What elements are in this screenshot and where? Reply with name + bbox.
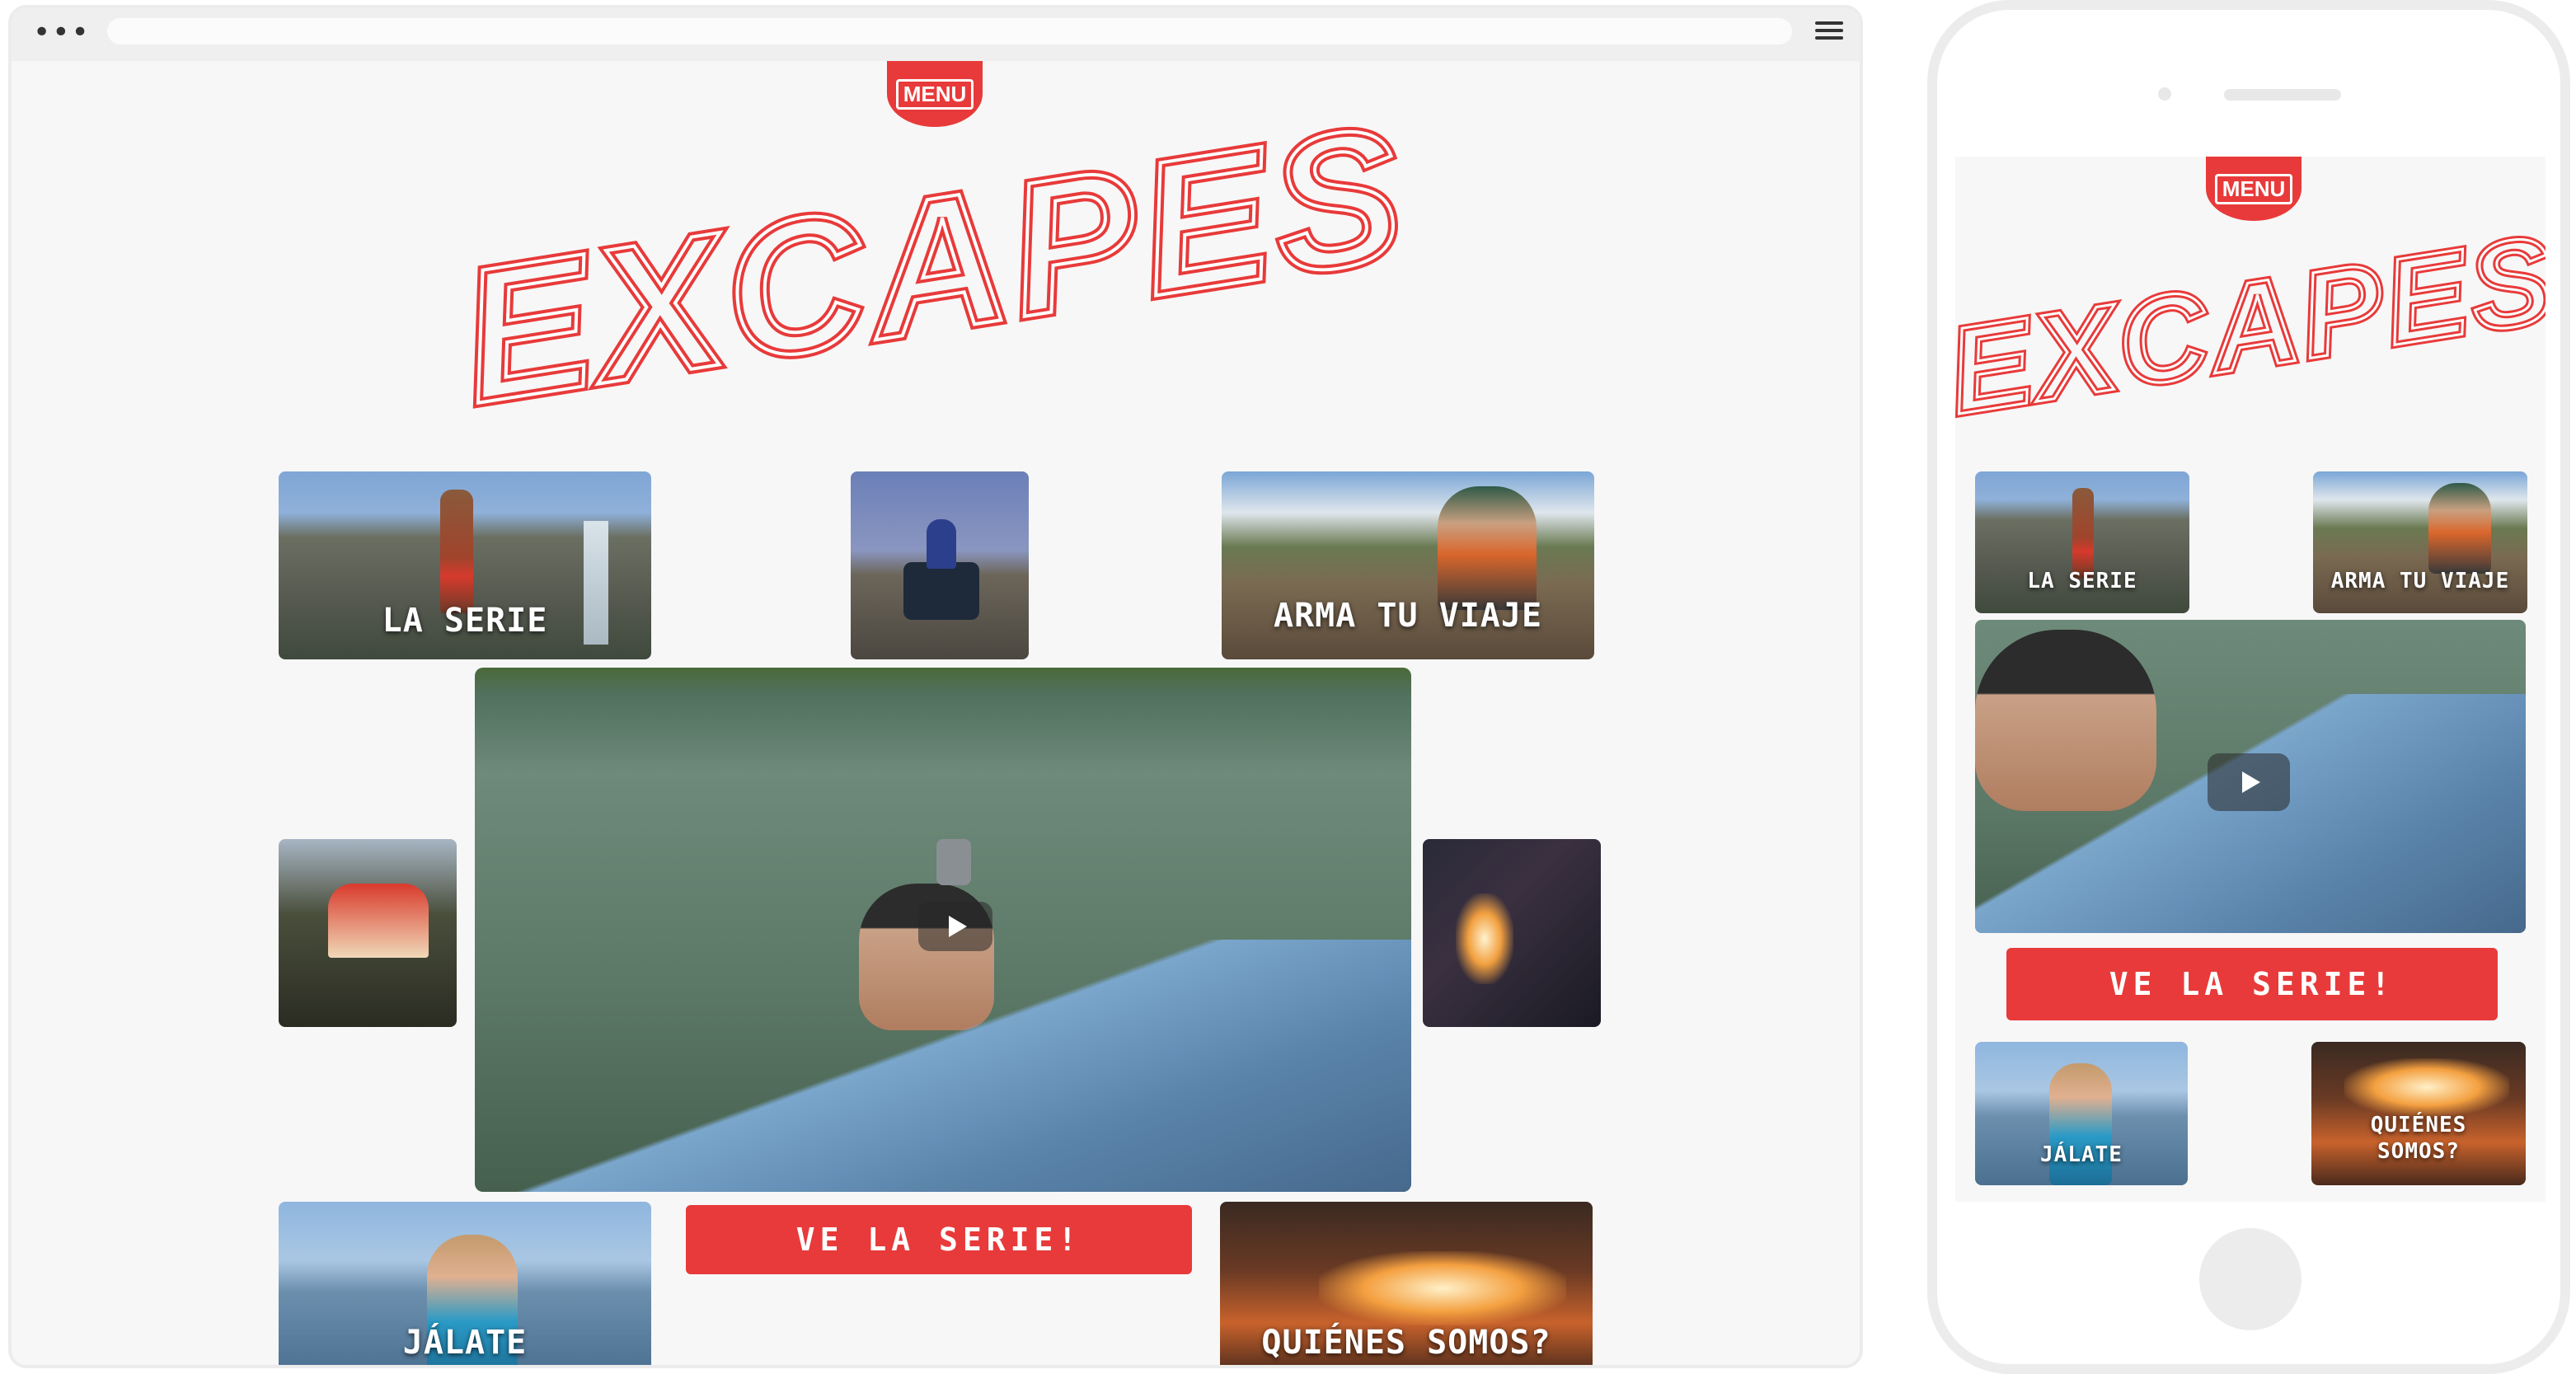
- video-frame-boat: [1975, 694, 2526, 933]
- tile-label: JÁLATE: [402, 1324, 528, 1362]
- address-bar[interactable]: [107, 18, 1792, 45]
- menu-button[interactable]: MENU: [2206, 157, 2302, 221]
- tile-quienes-somos[interactable]: QUIÉNES SOMOS?: [2311, 1042, 2526, 1185]
- menu-label: MENU: [2214, 173, 2293, 204]
- tile-la-serie[interactable]: LA SERIE: [279, 471, 651, 659]
- browser-toolbar: •••: [12, 8, 1860, 61]
- tile-arma-tu-viaje[interactable]: ARMA TU VIAJE: [1222, 471, 1594, 659]
- tile-arma-tu-viaje[interactable]: ARMA TU VIAJE: [2313, 471, 2527, 613]
- tile-image-rider: [927, 519, 956, 569]
- excapes-logo: EXCAPES EXCAPES: [1955, 206, 2546, 443]
- tile-label: LA SERIE: [2027, 569, 2137, 593]
- tile-image-fire: [1456, 893, 1513, 984]
- tile-label: ARMA TU VIAJE: [1273, 597, 1543, 635]
- tile-quienes-somos[interactable]: QUIÉNES SOMOS?: [1220, 1202, 1593, 1365]
- logo-text-inner: EXCAPES: [1955, 210, 2546, 440]
- desktop-browser-frame: ••• MENU EXCAPES EXCAPES LA SERIE ARMA T…: [8, 5, 1863, 1368]
- video-frame-camera: [936, 839, 971, 885]
- tile-label-line2: SOMOS?: [2377, 1139, 2460, 1164]
- tile-image-person: [2428, 483, 2491, 574]
- tile-la-serie[interactable]: LA SERIE: [1975, 471, 2189, 613]
- tile-image-person: [1438, 486, 1537, 610]
- tile-image-figure: [2072, 488, 2094, 579]
- tile-atv-photo[interactable]: [851, 471, 1029, 659]
- tile-label-line1: QUIÉNES: [2370, 1113, 2467, 1137]
- phone-screen: MENU EXCAPES EXCAPES LA SERIE ARMA TU VI…: [1955, 157, 2546, 1202]
- featured-video[interactable]: [475, 668, 1411, 1192]
- excapes-logo: EXCAPES EXCAPES: [443, 80, 1426, 448]
- tile-label: ARMA TU VIAJE: [2330, 569, 2510, 593]
- phone-speaker: [2224, 89, 2341, 101]
- tile-image-flames: [1319, 1251, 1566, 1325]
- tile-label: QUIÉNES SOMOS?: [1261, 1324, 1551, 1362]
- video-frame-boat: [475, 940, 1411, 1192]
- tile-tent-photo[interactable]: [279, 839, 457, 1027]
- tile-label: LA SERIE: [382, 602, 548, 640]
- tile-image-atv: [903, 562, 979, 620]
- menu-label: MENU: [895, 78, 974, 110]
- tile-image-flames: [2344, 1058, 2509, 1116]
- play-icon[interactable]: [918, 902, 992, 951]
- tile-image-figure: [440, 490, 473, 613]
- ve-la-serie-button[interactable]: VE LA SERIE!: [2006, 948, 2498, 1020]
- hamburger-icon[interactable]: [1815, 21, 1843, 43]
- menu-button[interactable]: MENU: [887, 61, 983, 127]
- menu-dots-icon[interactable]: •••: [33, 18, 91, 48]
- phone-camera: [2158, 87, 2171, 101]
- tile-fire-photo[interactable]: [1423, 839, 1601, 1027]
- tile-image-tent: [328, 884, 429, 958]
- logo-text-inner: EXCAPES: [448, 85, 1421, 443]
- tile-jalate[interactable]: JÁLATE: [1975, 1042, 2188, 1185]
- play-icon[interactable]: [2208, 753, 2290, 811]
- tile-jalate[interactable]: JÁLATE: [279, 1202, 651, 1365]
- phone-home-button[interactable]: [2199, 1228, 2302, 1330]
- ve-la-serie-button[interactable]: VE LA SERIE!: [686, 1205, 1192, 1274]
- featured-video[interactable]: [1975, 620, 2526, 933]
- tile-label: JÁLATE: [2040, 1142, 2123, 1167]
